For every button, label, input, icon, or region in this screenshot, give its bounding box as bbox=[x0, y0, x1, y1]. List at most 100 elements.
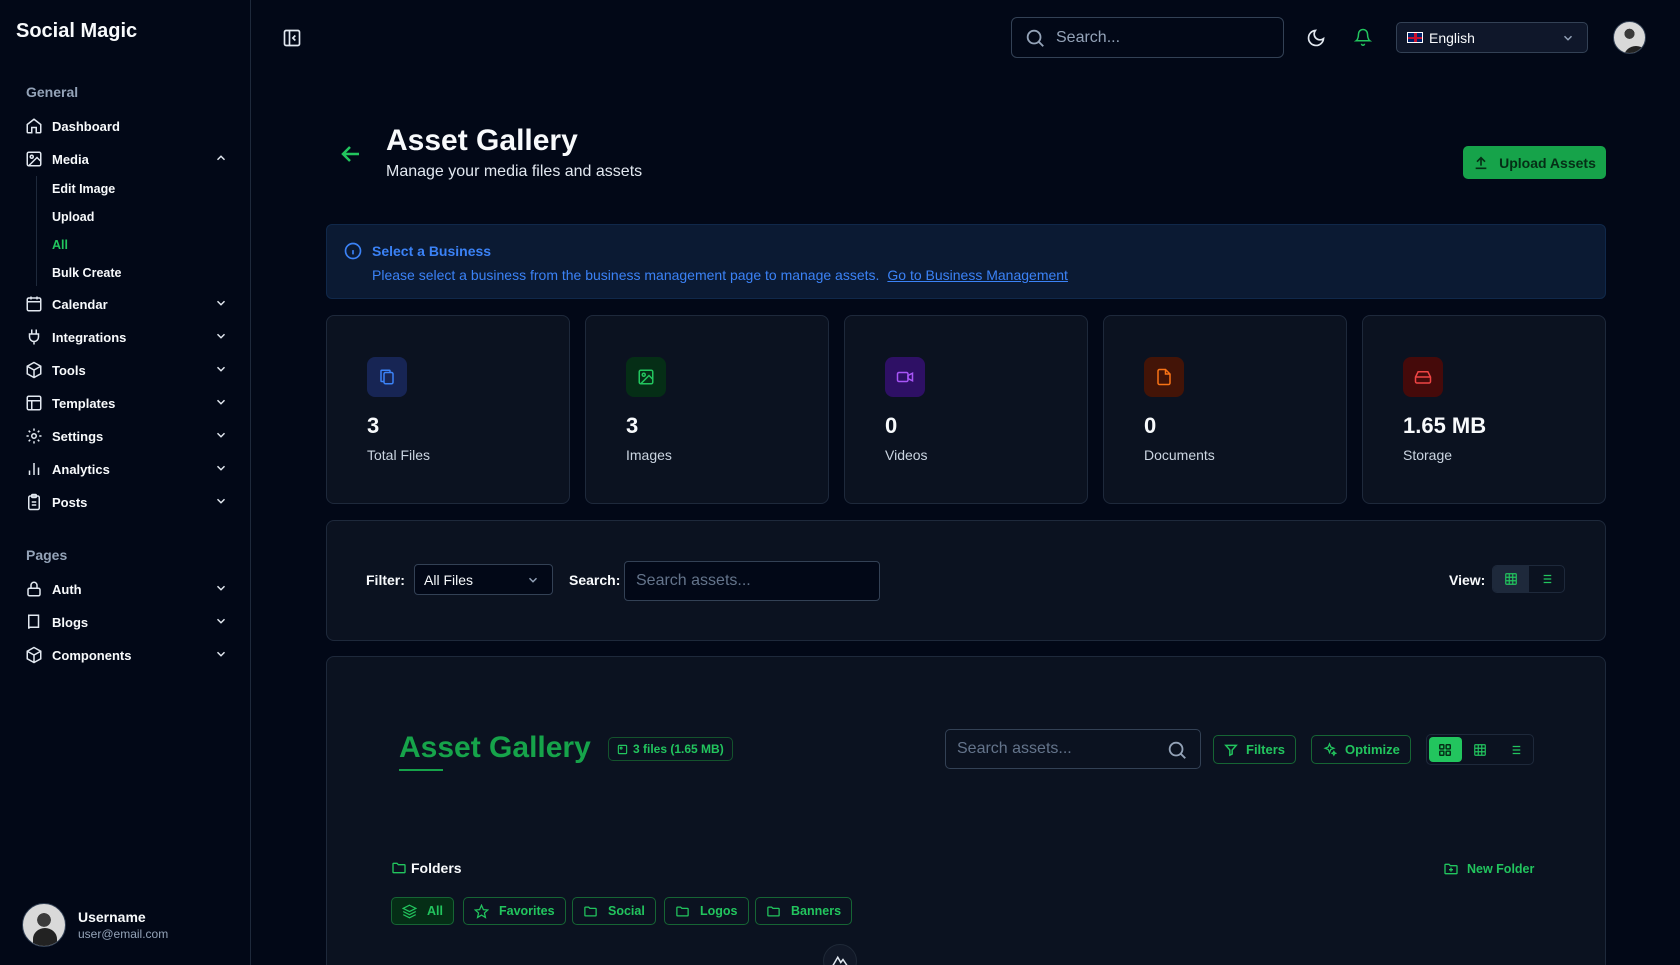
layers-icon bbox=[402, 904, 417, 919]
sidebar-subitem-edit-image[interactable]: Edit Image bbox=[52, 182, 115, 196]
filter-select[interactable]: All Files bbox=[414, 564, 553, 595]
sidebar-item-integrations[interactable]: Integrations bbox=[24, 323, 228, 351]
list-view-button[interactable] bbox=[1498, 737, 1531, 762]
folder-chip-banners[interactable]: Banners bbox=[755, 897, 853, 925]
info-icon bbox=[343, 241, 363, 261]
folder-chip-favorites[interactable]: Favorites bbox=[463, 897, 566, 925]
folder-icon bbox=[583, 904, 598, 919]
moon-icon[interactable] bbox=[1306, 28, 1326, 48]
new-folder-button[interactable]: New Folder bbox=[1443, 861, 1534, 877]
sidebar-item-label: Media bbox=[52, 151, 89, 167]
sidebar-item-label: Integrations bbox=[52, 329, 127, 345]
sidebar-subitem-upload[interactable]: Upload bbox=[52, 210, 94, 224]
page-title: Asset Gallery bbox=[386, 124, 578, 157]
chevron-down-icon bbox=[1561, 31, 1575, 45]
chevron-down-icon bbox=[214, 614, 228, 628]
folder-chip-social[interactable]: Social bbox=[572, 897, 656, 925]
folder-chip-logos[interactable]: Logos bbox=[664, 897, 749, 925]
gallery-search-input[interactable]: Search assets... bbox=[945, 729, 1201, 769]
sidebar-toggle-icon[interactable] bbox=[282, 28, 302, 48]
search-label: Search: bbox=[569, 572, 621, 588]
chevron-down-icon bbox=[214, 461, 228, 475]
sidebar-item-dashboard[interactable]: Dashboard bbox=[24, 112, 228, 140]
chevron-down-icon bbox=[214, 581, 228, 595]
user-name: Username bbox=[78, 909, 146, 925]
sparkles-icon bbox=[1322, 742, 1337, 757]
user-avatar[interactable] bbox=[1613, 21, 1646, 54]
view-toggle bbox=[1492, 565, 1565, 593]
sidebar-item-settings[interactable]: Settings bbox=[24, 422, 228, 450]
asset-search-input[interactable]: Search assets... bbox=[624, 561, 880, 601]
chevron-down-icon bbox=[214, 329, 228, 343]
sidebar-item-posts[interactable]: Posts bbox=[24, 488, 228, 516]
view-label: View: bbox=[1449, 572, 1486, 588]
back-arrow-icon[interactable] bbox=[338, 142, 364, 166]
sidebar-item-media[interactable]: Media bbox=[24, 145, 228, 173]
upload-assets-button[interactable]: Upload Assets bbox=[1463, 146, 1606, 179]
book-icon bbox=[24, 612, 44, 632]
filters-button[interactable]: Filters bbox=[1213, 735, 1297, 764]
sidebar-subitem-all[interactable]: All bbox=[52, 238, 68, 252]
folder-chip-all[interactable]: All bbox=[391, 897, 454, 925]
sidebar-subitem-bulk-create[interactable]: Bulk Create bbox=[52, 266, 121, 280]
grid-view-button[interactable] bbox=[1493, 566, 1529, 592]
stat-label: Documents bbox=[1144, 447, 1215, 463]
hard-drive-icon bbox=[1403, 357, 1443, 397]
language-select[interactable]: English bbox=[1396, 22, 1588, 53]
sidebar-item-tools[interactable]: Tools bbox=[24, 356, 228, 384]
chevron-down-icon bbox=[214, 647, 228, 661]
sidebar-item-analytics[interactable]: Analytics bbox=[24, 455, 228, 483]
uk-flag-icon bbox=[1407, 32, 1423, 43]
alert-message: Please select a business from the busine… bbox=[372, 267, 1068, 283]
sidebar-group-pages: Pages bbox=[26, 547, 68, 563]
title-underline bbox=[399, 769, 443, 771]
filter-value: All Files bbox=[424, 571, 474, 588]
gallery-search-placeholder: Search assets... bbox=[957, 740, 1072, 757]
stat-value: 0 bbox=[885, 413, 898, 438]
chevron-down-icon bbox=[214, 428, 228, 442]
chip-label: Social bbox=[608, 904, 645, 918]
document-icon bbox=[1144, 357, 1184, 397]
image-icon bbox=[617, 744, 628, 755]
sidebar-item-label: Posts bbox=[52, 494, 88, 510]
bar-chart-icon bbox=[24, 459, 44, 479]
stat-card-videos: 0 Videos bbox=[844, 315, 1088, 504]
chevron-down-icon bbox=[214, 296, 228, 310]
avatar bbox=[22, 903, 66, 947]
sidebar: Social Magic General Dashboard Media Edi… bbox=[0, 0, 251, 965]
submenu-line bbox=[36, 176, 37, 286]
large-grid-view-button[interactable] bbox=[1429, 737, 1462, 762]
global-search-placeholder: Search... bbox=[1056, 28, 1121, 46]
filters-label: Filters bbox=[1246, 742, 1286, 757]
files-icon bbox=[367, 357, 407, 397]
filter-label: Filter: bbox=[366, 572, 405, 588]
sidebar-item-templates[interactable]: Templates bbox=[24, 389, 228, 417]
gallery-title: Asset Gallery bbox=[399, 731, 591, 764]
stat-value: 3 bbox=[367, 413, 380, 438]
chevron-up-icon bbox=[214, 151, 228, 165]
sidebar-item-components[interactable]: Components bbox=[24, 641, 228, 669]
list-view-button[interactable] bbox=[1529, 566, 1565, 592]
alert-text: Please select a business from the busine… bbox=[372, 267, 880, 283]
sidebar-item-blogs[interactable]: Blogs bbox=[24, 608, 228, 636]
global-search-input[interactable]: Search... bbox=[1011, 17, 1284, 58]
optimize-label: Optimize bbox=[1345, 742, 1400, 757]
stat-label: Total Files bbox=[367, 447, 431, 463]
stat-card-total-files: 3 Total Files bbox=[326, 315, 570, 504]
folder-plus-icon bbox=[1443, 861, 1459, 877]
small-grid-view-button[interactable] bbox=[1464, 737, 1497, 762]
sidebar-item-label: Templates bbox=[52, 395, 116, 411]
stat-card-documents: 0 Documents bbox=[1103, 315, 1347, 504]
sidebar-user[interactable]: Username user@email.com bbox=[22, 903, 168, 947]
stat-value: 1.65 MB bbox=[1403, 413, 1487, 438]
business-management-link[interactable]: Go to Business Management bbox=[887, 267, 1068, 283]
plug-icon bbox=[24, 327, 44, 347]
folder-icon bbox=[675, 904, 690, 919]
bell-icon[interactable] bbox=[1354, 28, 1372, 46]
sidebar-item-label: Calendar bbox=[52, 296, 108, 312]
sidebar-item-auth[interactable]: Auth bbox=[24, 575, 228, 603]
sidebar-item-label: Analytics bbox=[52, 461, 110, 477]
language-value: English bbox=[1429, 29, 1475, 46]
sidebar-item-calendar[interactable]: Calendar bbox=[24, 290, 228, 318]
optimize-button[interactable]: Optimize bbox=[1311, 735, 1411, 764]
